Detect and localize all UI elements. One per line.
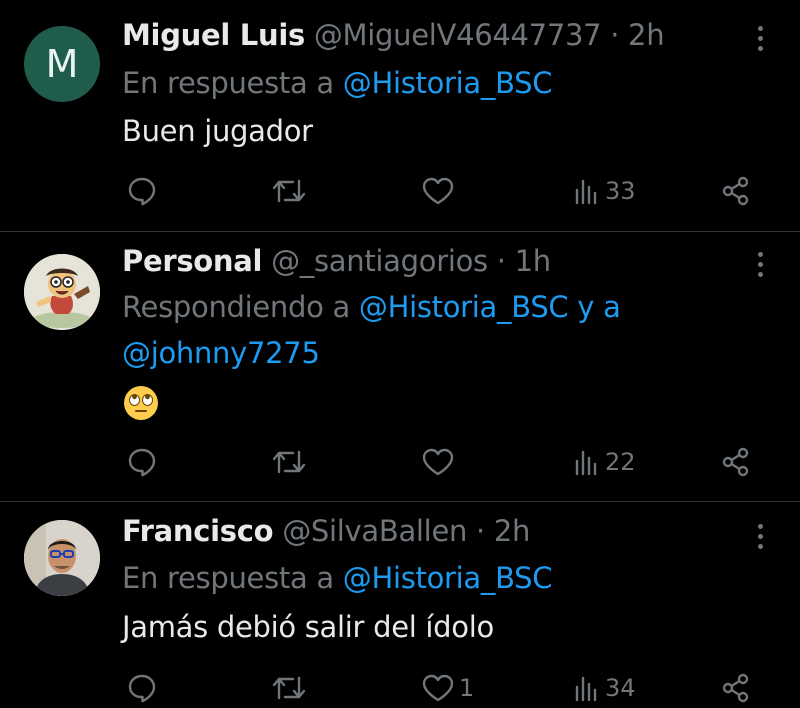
mention-link[interactable]: @Historia_BSC xyxy=(343,561,553,595)
tweet-2[interactable]: Personal @_santiagorios · 1h Respondiend… xyxy=(0,232,800,500)
tweet-text: Buen jugador xyxy=(122,114,313,148)
timestamp[interactable]: 2h xyxy=(628,18,665,52)
views-icon xyxy=(575,179,597,205)
avatar[interactable] xyxy=(24,254,100,330)
tweet-header: Miguel Luis @MiguelV46447737 · 2h xyxy=(122,18,665,52)
tweet-1[interactable]: M Miguel Luis @MiguelV46447737 · 2h En r… xyxy=(0,0,800,230)
cartoon-character-avatar-icon xyxy=(24,254,100,330)
more-options-icon[interactable] xyxy=(748,20,772,56)
author-name[interactable]: Miguel Luis xyxy=(122,18,305,52)
reply-context: En respuesta a @Historia_BSC xyxy=(122,66,553,100)
tweet-header: Francisco @SilvaBallen · 2h xyxy=(122,514,530,548)
reply-icon xyxy=(128,674,156,703)
share-icon xyxy=(722,673,749,703)
author-handle[interactable]: @SilvaBallen xyxy=(282,514,467,548)
retweet-button[interactable] xyxy=(271,668,307,708)
heart-icon xyxy=(422,177,454,205)
separator: · xyxy=(610,18,620,52)
author-handle[interactable]: @MiguelV46447737 xyxy=(314,18,602,52)
timestamp[interactable]: 1h xyxy=(515,244,552,278)
reply-icon xyxy=(128,448,156,477)
mention-link[interactable]: @Historia_BSC xyxy=(359,290,569,324)
views-button[interactable]: 33 xyxy=(573,171,636,211)
views-count: 22 xyxy=(605,448,636,476)
retweet-icon xyxy=(272,450,306,474)
share-button[interactable] xyxy=(720,668,752,708)
views-icon xyxy=(575,450,597,476)
action-bar: 22 xyxy=(0,442,800,482)
timestamp[interactable]: 2h xyxy=(494,514,531,548)
reply-context: Respondiendo a @Historia_BSC y a xyxy=(122,290,621,324)
author-name[interactable]: Personal xyxy=(122,244,262,278)
more-options-icon[interactable] xyxy=(748,246,772,282)
reply-button[interactable] xyxy=(126,668,158,708)
more-options-icon[interactable] xyxy=(748,518,772,554)
avatar[interactable]: M xyxy=(24,26,100,102)
author-handle[interactable]: @_santiagorios xyxy=(271,244,488,278)
reply-context-continued: @johnny7275 xyxy=(122,336,320,370)
tweet-text: Jamás debió salir del ídolo xyxy=(122,610,494,644)
reply-button[interactable] xyxy=(126,442,158,482)
avatar[interactable] xyxy=(24,520,100,596)
reply-button[interactable] xyxy=(126,171,158,211)
reply-conjunction: y a xyxy=(577,290,621,324)
reply-context: En respuesta a @Historia_BSC xyxy=(122,561,553,595)
views-count: 33 xyxy=(605,177,636,205)
like-button[interactable]: 1 xyxy=(421,668,474,708)
action-bar: 33 xyxy=(0,171,800,211)
like-button[interactable] xyxy=(421,442,459,482)
action-bar: 1 34 xyxy=(0,668,800,708)
retweet-button[interactable] xyxy=(271,171,307,211)
like-count: 1 xyxy=(459,674,475,702)
separator: · xyxy=(496,244,506,278)
separator: · xyxy=(475,514,485,548)
views-icon xyxy=(575,676,597,702)
heart-icon xyxy=(422,674,454,702)
tweet-3[interactable]: Francisco @SilvaBallen · 2h En respuesta… xyxy=(0,502,800,703)
mention-link[interactable]: @Historia_BSC xyxy=(343,66,553,100)
retweet-icon xyxy=(272,179,306,203)
reply-prefix: En respuesta a xyxy=(122,561,334,595)
views-button[interactable]: 22 xyxy=(573,442,636,482)
mention-link[interactable]: @johnny7275 xyxy=(122,336,320,370)
tweet-text: 🙄 xyxy=(122,384,160,422)
views-count: 34 xyxy=(605,674,636,702)
share-button[interactable] xyxy=(720,171,752,211)
like-button[interactable] xyxy=(421,171,459,211)
retweet-button[interactable] xyxy=(271,442,307,482)
retweet-icon xyxy=(272,676,306,700)
reply-prefix: Respondiendo a xyxy=(122,290,350,324)
tweet-header: Personal @_santiagorios · 1h xyxy=(122,244,551,278)
person-photo-avatar-icon xyxy=(24,520,100,596)
heart-icon xyxy=(422,448,454,476)
views-button[interactable]: 34 xyxy=(573,668,636,708)
share-icon xyxy=(722,176,749,206)
author-name[interactable]: Francisco xyxy=(122,514,274,548)
rolling-eyes-emoji-icon xyxy=(124,386,158,420)
reply-prefix: En respuesta a xyxy=(122,66,334,100)
share-button[interactable] xyxy=(720,442,752,482)
share-icon xyxy=(722,447,749,477)
reply-icon xyxy=(128,177,156,206)
